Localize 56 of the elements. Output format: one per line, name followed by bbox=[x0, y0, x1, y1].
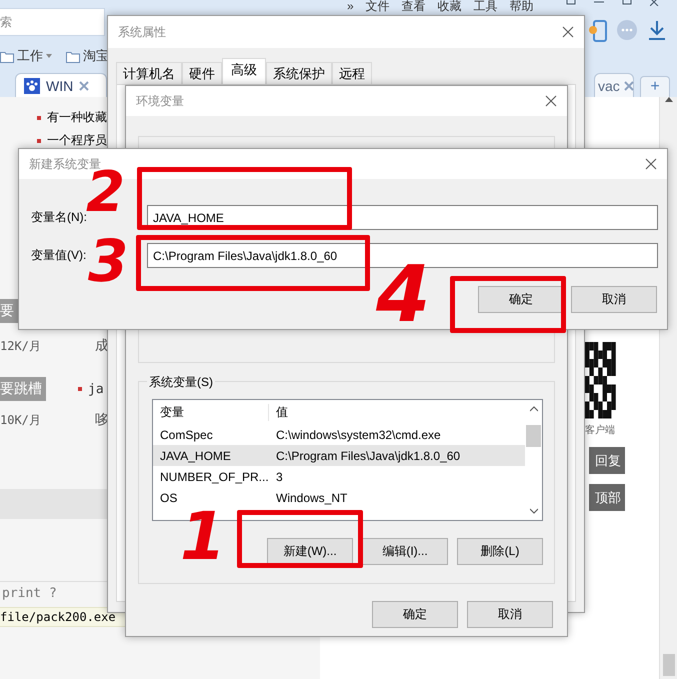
list-item[interactable]: ja bbox=[88, 382, 104, 396]
column-header[interactable]: 变量 bbox=[153, 404, 269, 420]
window-title: 系统属性 bbox=[118, 24, 166, 40]
job-text: 哆 bbox=[95, 411, 109, 429]
browser-tab[interactable]: WIN bbox=[15, 73, 107, 97]
tab[interactable]: 远程 bbox=[332, 62, 372, 84]
list-row[interactable]: JAVA_HOME C:\Program Files\Java\jdk1.8.0_60 bbox=[153, 445, 525, 466]
field-label: 变量名(N): bbox=[31, 210, 87, 226]
field-label: 变量值(V): bbox=[31, 247, 88, 264]
side-button[interactable]: 回复 bbox=[589, 447, 625, 474]
dialog-button[interactable]: 确定 bbox=[478, 286, 564, 313]
tab[interactable]: 高级 bbox=[222, 58, 266, 84]
qr-caption: 客户端 bbox=[585, 424, 615, 437]
window-title: 环境变量 bbox=[136, 92, 184, 110]
dialog-button[interactable]: 确定 bbox=[372, 601, 458, 628]
list-row[interactable]: OS Windows_NT bbox=[153, 487, 525, 508]
side-button[interactable]: 顶部 bbox=[589, 484, 625, 511]
menu-item[interactable]: 文件 bbox=[366, 0, 390, 12]
address-bar[interactable]: 索 bbox=[0, 8, 105, 36]
table-cell-text: C:\windows\system32\cmd.exe bbox=[275, 428, 441, 442]
table-cell-text: OS bbox=[159, 490, 178, 504]
menu-item[interactable]: » bbox=[347, 0, 354, 12]
table-cell-text: Windows_NT bbox=[275, 490, 348, 504]
input-field[interactable]: JAVA_HOME bbox=[147, 205, 658, 230]
step-number: 2 bbox=[86, 172, 125, 214]
bookmark[interactable]: 工作 bbox=[0, 47, 52, 65]
tab[interactable]: 硬件 bbox=[182, 62, 222, 84]
group-label: 系统变量(S) bbox=[147, 374, 215, 391]
window-title: 新建系统变量 bbox=[29, 156, 101, 170]
list-item[interactable]: 有一种收藏 bbox=[47, 109, 107, 126]
table-cell-text: 3 bbox=[275, 470, 283, 484]
salary-text: 10K/月 bbox=[0, 412, 42, 428]
dialog-button[interactable]: 编辑(I)... bbox=[362, 538, 448, 565]
tab[interactable]: 计算机名 bbox=[116, 62, 182, 84]
dialog-button[interactable]: 删除(L) bbox=[457, 538, 543, 565]
menu-item[interactable]: 收藏 bbox=[438, 0, 462, 12]
table-cell-text: NUMBER_OF_PR... bbox=[159, 470, 269, 484]
menu-item[interactable]: 工具 bbox=[474, 0, 498, 12]
salary-text: 12K/月 bbox=[0, 338, 42, 354]
step-number: 3 bbox=[88, 240, 128, 284]
tab[interactable]: 系统保护 bbox=[266, 62, 332, 84]
table-cell-text: C:\Program Files\Java\jdk1.8.0_60 bbox=[275, 448, 460, 462]
table-cell-text: ComSpec bbox=[159, 428, 214, 442]
step-number: 4 bbox=[376, 266, 430, 324]
list-row[interactable]: ComSpec C:\windows\system32\cmd.exe bbox=[153, 424, 525, 445]
menu-item[interactable]: 帮助 bbox=[510, 0, 534, 12]
list-row[interactable]: NUMBER_OF_PR... 3 bbox=[153, 466, 525, 487]
dialog-button[interactable]: 取消 bbox=[571, 286, 657, 313]
menu-item[interactable]: 查看 bbox=[402, 0, 426, 12]
table-cell-text: JAVA_HOME bbox=[159, 448, 232, 462]
column-header[interactable]: 值 bbox=[269, 404, 288, 420]
dialog-button[interactable]: 新建(W)... bbox=[267, 538, 353, 565]
new-tab-button[interactable]: + bbox=[640, 76, 670, 97]
dialog-button[interactable]: 取消 bbox=[467, 601, 553, 628]
browser-tab[interactable]: vac bbox=[594, 73, 634, 97]
list-item[interactable]: 一个程序员 bbox=[47, 132, 107, 149]
